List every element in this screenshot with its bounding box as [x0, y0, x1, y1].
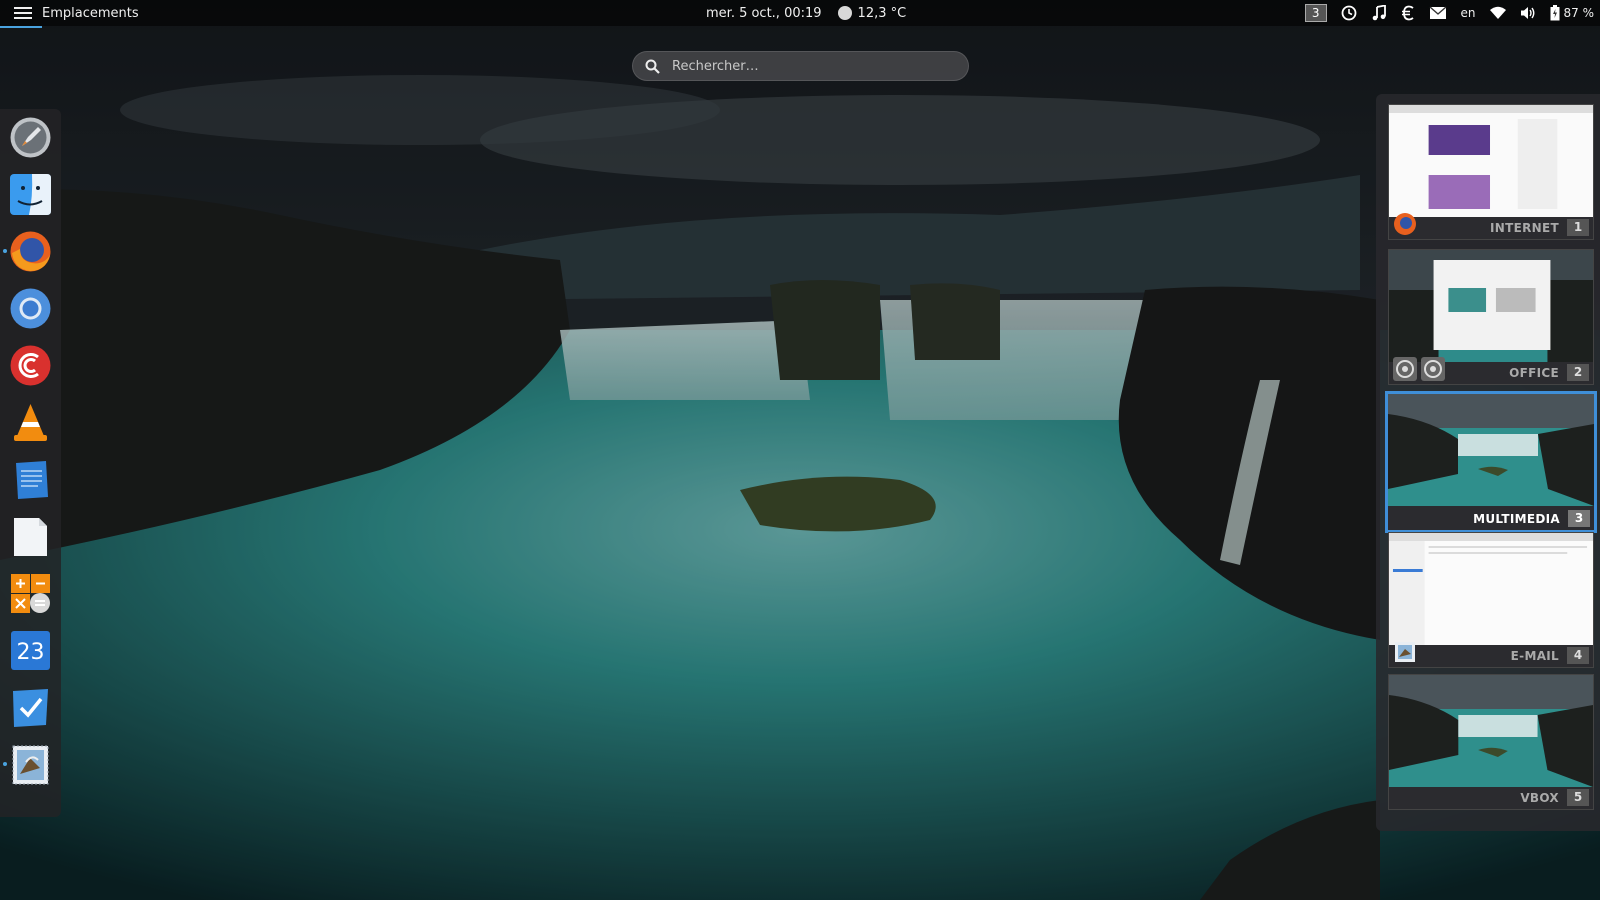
workspace-label: MULTIMEDIA — [1473, 512, 1560, 526]
dash-item-chromium[interactable] — [8, 286, 53, 331]
search-icon — [645, 59, 660, 74]
workspace-thumbnail — [1389, 675, 1593, 787]
rocket-icon — [10, 117, 51, 158]
workspace-switcher: INTERNET 1 OFFICE 2 MULTIMEDIA 3 E-MAIL … — [1376, 94, 1600, 831]
document-icon — [14, 518, 47, 556]
battery-indicator[interactable]: 87 % — [1550, 5, 1595, 21]
workspace-label: E-MAIL — [1510, 649, 1559, 663]
dash: 23 — [0, 109, 61, 817]
finder-icon — [10, 174, 51, 215]
places-label: Emplacements — [42, 5, 139, 21]
language-indicator[interactable]: en — [1461, 6, 1476, 20]
battery-icon — [1550, 5, 1559, 21]
clock-icon[interactable] — [1341, 5, 1357, 21]
settings-gear-icon — [1421, 357, 1445, 381]
workspace-2[interactable]: OFFICE 2 — [1388, 249, 1594, 385]
workspace-1[interactable]: INTERNET 1 — [1388, 104, 1594, 240]
settings-gear-icon — [1393, 357, 1417, 381]
workspace-label: OFFICE — [1509, 366, 1559, 380]
music-icon[interactable] — [1371, 5, 1387, 21]
battery-percent: 87 % — [1563, 6, 1595, 20]
workspace-4[interactable]: E-MAIL 4 — [1388, 532, 1594, 668]
workspace-number: 5 — [1567, 789, 1589, 806]
volume-icon[interactable] — [1520, 6, 1536, 20]
mail-stamp-icon — [12, 745, 49, 785]
workspace-number: 4 — [1567, 647, 1589, 664]
tasks-icon — [13, 689, 48, 727]
dash-item-calendar[interactable]: 23 — [8, 628, 53, 673]
running-indicator — [3, 762, 7, 766]
places-menu-button[interactable]: Emplacements — [0, 0, 149, 28]
mail-stamp-icon — [1395, 642, 1415, 662]
firefox-icon — [10, 231, 51, 272]
workspace-thumbnail — [1389, 533, 1593, 645]
currency-euro-icon[interactable] — [1401, 5, 1415, 21]
workspace-3[interactable]: MULTIMEDIA 3 — [1385, 391, 1597, 533]
dash-item-torrent[interactable] — [8, 343, 53, 388]
calendar-day: 23 — [17, 640, 45, 665]
dash-item-launchpad[interactable] — [8, 115, 53, 160]
dash-item-mail[interactable] — [3, 742, 53, 787]
workspace-label: VBOX — [1520, 791, 1559, 805]
weather-indicator[interactable]: 12,3 °C — [837, 5, 907, 21]
dash-item-notes[interactable] — [8, 457, 53, 502]
workspace-number: 2 — [1567, 364, 1589, 381]
calendar-icon: 23 — [11, 631, 50, 670]
running-indicator — [3, 249, 7, 253]
dash-item-finder[interactable] — [8, 172, 53, 217]
vlc-icon — [14, 404, 47, 441]
notes-icon — [16, 461, 48, 499]
dash-item-tasks[interactable] — [8, 685, 53, 730]
firefox-icon — [1394, 213, 1416, 235]
calculator-icon — [11, 574, 50, 613]
workspace-thumbnail — [1389, 105, 1593, 217]
clock-button[interactable]: mer. 5 oct., 00:19 12,3 °C — [706, 0, 906, 26]
workspace-number: 3 — [1568, 510, 1590, 527]
wifi-icon[interactable] — [1489, 6, 1506, 20]
temperature: 12,3 °C — [857, 5, 907, 21]
workspace-thumbnail — [1388, 394, 1594, 506]
workspace-number: 1 — [1567, 219, 1589, 236]
search-input[interactable] — [670, 57, 944, 75]
datetime: mer. 5 oct., 00:19 — [706, 5, 822, 21]
workspace-label: INTERNET — [1490, 221, 1559, 235]
chromium-icon — [10, 288, 51, 329]
workspace-indicator[interactable]: 3 — [1304, 4, 1327, 22]
workspace-5[interactable]: VBOX 5 — [1388, 674, 1594, 810]
workspace-thumbnail — [1389, 250, 1593, 362]
top-panel: Emplacements mer. 5 oct., 00:19 12,3 °C … — [0, 0, 1600, 28]
dash-item-vlc[interactable] — [8, 400, 53, 445]
search-entry[interactable] — [632, 51, 969, 81]
dash-item-firefox[interactable] — [3, 229, 53, 274]
dash-item-calculator[interactable] — [8, 571, 53, 616]
system-tray: 3 en 87 % — [1304, 0, 1595, 26]
moon-icon — [837, 6, 852, 20]
desktop-wallpaper — [0, 0, 1600, 900]
dash-item-document[interactable] — [8, 514, 53, 559]
torrent-icon — [10, 345, 51, 386]
mail-icon[interactable] — [1429, 6, 1447, 20]
menu-icon — [14, 7, 32, 19]
